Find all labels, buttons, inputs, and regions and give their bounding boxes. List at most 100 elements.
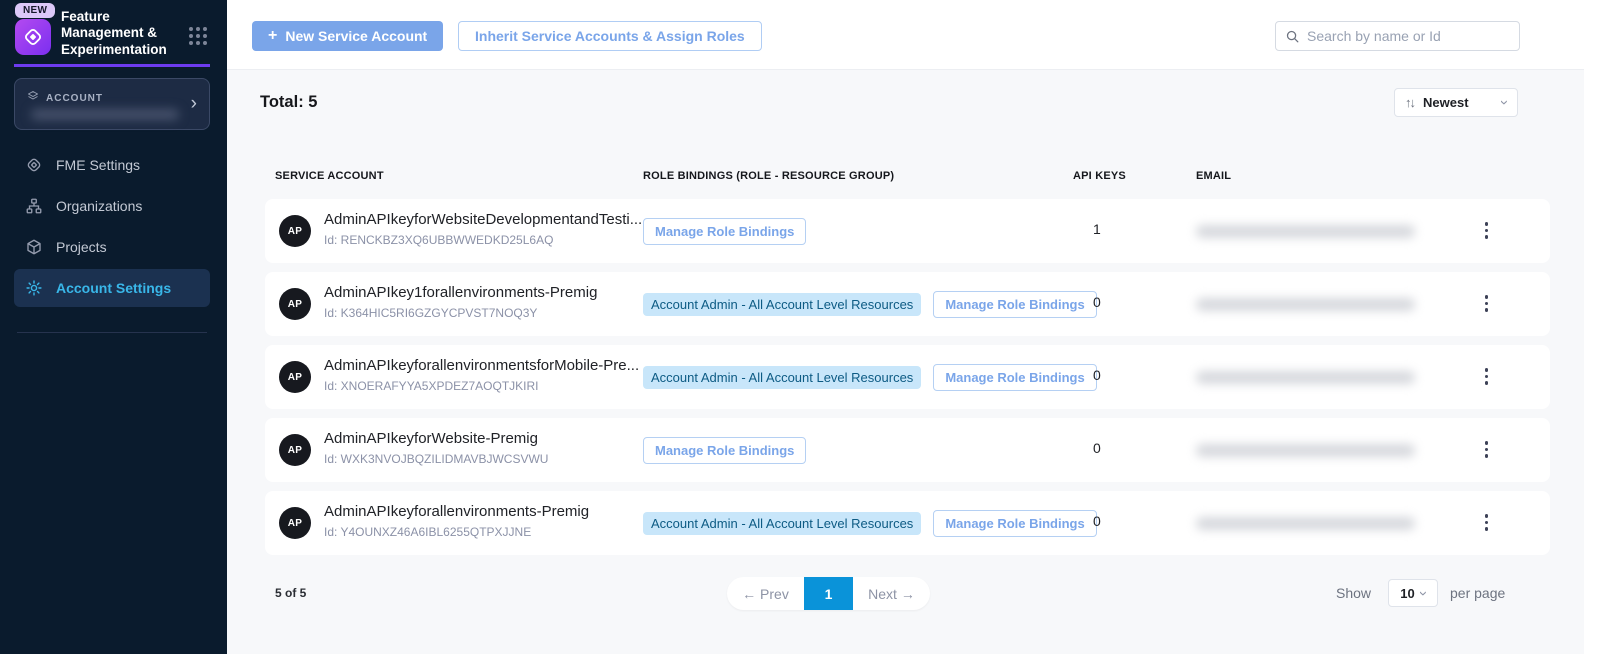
service-account-id: Id: K364HIC5RI6GZGYCPVST7NOQ3Y bbox=[324, 306, 537, 320]
api-keys-count: 0 bbox=[1093, 513, 1101, 529]
service-account-id: Id: WXK3NVOJBQZILIDMAVBJWCSVWU bbox=[324, 452, 548, 466]
manage-role-bindings-button[interactable]: Manage Role Bindings bbox=[643, 437, 806, 464]
scrollbar-track[interactable] bbox=[1584, 0, 1600, 654]
brand-title: Feature Management & Experimentation bbox=[61, 9, 183, 58]
show-label: Show bbox=[1336, 585, 1371, 601]
email-redacted bbox=[1196, 517, 1415, 530]
pagination: ← Prev 1 Next → bbox=[727, 577, 930, 610]
service-account-list: AP AdminAPIkeyforWebsiteDevelopmentandTe… bbox=[265, 199, 1550, 564]
prev-page-button[interactable]: ← Prev bbox=[727, 586, 804, 602]
brand-divider bbox=[14, 64, 210, 67]
next-page-button[interactable]: Next → bbox=[853, 586, 930, 602]
sidebar-item-label: FME Settings bbox=[56, 157, 140, 173]
service-account-id: Id: Y4OUNXZ46A6IBL6255QTPXJJNE bbox=[324, 525, 531, 539]
role-bindings-cell: Account Admin - All Account Level Resour… bbox=[643, 345, 1097, 409]
manage-role-bindings-button[interactable]: Manage Role Bindings bbox=[643, 218, 806, 245]
sort-icon: ↑↓ bbox=[1405, 95, 1414, 110]
table-row: AP AdminAPIkeyforallenvironments-Premig … bbox=[265, 491, 1550, 555]
avatar: AP bbox=[279, 361, 311, 393]
per-page-label: per page bbox=[1450, 585, 1505, 601]
range-count: 5 of 5 bbox=[275, 586, 306, 600]
cube-icon bbox=[25, 238, 43, 256]
kebab-menu-icon[interactable] bbox=[1481, 512, 1493, 533]
sidebar-item-organizations[interactable]: Organizations bbox=[14, 187, 210, 225]
sidebar-item-label: Organizations bbox=[56, 198, 142, 214]
manage-role-bindings-button[interactable]: Manage Role Bindings bbox=[933, 291, 1096, 318]
avatar: AP bbox=[279, 215, 311, 247]
account-label: ACCOUNT bbox=[46, 93, 103, 104]
new-service-account-button[interactable]: + New Service Account bbox=[252, 21, 443, 51]
account-name-redacted bbox=[31, 109, 179, 120]
fme-diamond-icon bbox=[25, 156, 43, 174]
role-badge: Account Admin - All Account Level Resour… bbox=[643, 512, 921, 535]
main-content: Total: 5 ↑↓ Newest › SERVICE ACCOUNT ROL… bbox=[227, 70, 1584, 654]
service-account-name: AdminAPIkeyforallenvironments-Premig bbox=[324, 503, 589, 520]
sidebar-item-label: Account Settings bbox=[56, 280, 171, 296]
role-bindings-cell: Account Admin - All Account Level Resour… bbox=[643, 491, 1097, 555]
page-size-value: 10 bbox=[1400, 586, 1414, 601]
service-account-name: AdminAPIkeyforWebsite-Premig bbox=[324, 430, 538, 447]
fme-logo-icon bbox=[15, 19, 51, 55]
kebab-menu-icon[interactable] bbox=[1481, 439, 1493, 460]
page-size-dropdown[interactable]: 10 › bbox=[1388, 579, 1438, 607]
account-selector[interactable]: ACCOUNT › bbox=[14, 78, 210, 130]
right-arrow-icon: → bbox=[901, 586, 915, 602]
role-bindings-cell: Account Admin - All Account Level Resour… bbox=[643, 418, 806, 482]
api-keys-count: 0 bbox=[1093, 294, 1101, 310]
column-header-api-keys: API KEYS bbox=[1073, 170, 1126, 182]
sidebar-item-projects[interactable]: Projects bbox=[14, 228, 210, 266]
service-account-name: AdminAPIkeyforallenvironmentsforMobile-P… bbox=[324, 357, 639, 374]
avatar: AP bbox=[279, 434, 311, 466]
sidebar-item-fme-settings[interactable]: FME Settings bbox=[14, 146, 210, 184]
avatar: AP bbox=[279, 288, 311, 320]
layers-icon bbox=[27, 89, 39, 107]
manage-role-bindings-button[interactable]: Manage Role Bindings bbox=[933, 510, 1096, 537]
brand-header: NEW Feature Management & Experimentation bbox=[0, 0, 227, 66]
search-input[interactable] bbox=[1307, 28, 1510, 44]
manage-role-bindings-button[interactable]: Manage Role Bindings bbox=[933, 364, 1096, 391]
kebab-menu-icon[interactable] bbox=[1481, 220, 1493, 241]
total-count: Total: 5 bbox=[260, 93, 317, 112]
table-row: AP AdminAPIkeyforallenvironmentsforMobil… bbox=[265, 345, 1550, 409]
sidebar-item-label: Projects bbox=[56, 239, 107, 255]
email-redacted bbox=[1196, 444, 1415, 457]
inherit-service-accounts-button[interactable]: Inherit Service Accounts & Assign Roles bbox=[458, 21, 762, 51]
email-redacted bbox=[1196, 225, 1415, 238]
app-window: NEW Feature Management & Experimentation bbox=[0, 0, 1600, 654]
avatar: AP bbox=[279, 507, 311, 539]
app-switcher-icon[interactable] bbox=[189, 27, 207, 45]
table-row: AP AdminAPIkeyforWebsite-Premig Id: WXK3… bbox=[265, 418, 1550, 482]
new-service-account-label: New Service Account bbox=[285, 28, 427, 44]
gear-icon bbox=[25, 279, 43, 297]
kebab-menu-icon[interactable] bbox=[1481, 366, 1493, 387]
service-account-id: Id: XNOERAFYYA5XPDEZ7AOQTJKIRI bbox=[324, 379, 539, 393]
left-arrow-icon: ← bbox=[742, 586, 756, 602]
table-row: AP AdminAPIkey1forallenvironments-Premig… bbox=[265, 272, 1550, 336]
column-header-role-bindings: ROLE BINDINGS (ROLE - RESOURCE GROUP) bbox=[643, 170, 894, 182]
role-bindings-cell: Account Admin - All Account Level Resour… bbox=[643, 199, 806, 263]
search-box bbox=[1275, 21, 1520, 51]
api-keys-count: 0 bbox=[1093, 440, 1101, 456]
kebab-menu-icon[interactable] bbox=[1481, 293, 1493, 314]
sidebar-nav: FME Settings Organizations bbox=[14, 146, 210, 310]
chevron-down-icon: › bbox=[1497, 100, 1512, 105]
role-badge: Account Admin - All Account Level Resour… bbox=[643, 293, 921, 316]
email-redacted bbox=[1196, 371, 1415, 384]
sidebar-item-account-settings[interactable]: Account Settings bbox=[14, 269, 210, 307]
page-number-button[interactable]: 1 bbox=[804, 577, 853, 610]
sidebar-divider bbox=[17, 332, 207, 333]
toolbar: + New Service Account Inherit Service Ac… bbox=[227, 0, 1584, 70]
service-account-name: AdminAPIkey1forallenvironments-Premig bbox=[324, 284, 597, 301]
plus-icon: + bbox=[268, 27, 277, 45]
service-account-id: Id: RENCKBZ3XQ6UBBWWEDKD25L6AQ bbox=[324, 233, 553, 247]
table-row: AP AdminAPIkeyforWebsiteDevelopmentandTe… bbox=[265, 199, 1550, 263]
column-header-service-account: SERVICE ACCOUNT bbox=[275, 170, 384, 182]
sort-dropdown[interactable]: ↑↓ Newest › bbox=[1394, 88, 1518, 117]
role-bindings-cell: Account Admin - All Account Level Resour… bbox=[643, 272, 1097, 336]
api-keys-count: 1 bbox=[1093, 221, 1101, 237]
search-icon bbox=[1285, 29, 1300, 44]
sort-value: Newest bbox=[1423, 95, 1493, 110]
email-redacted bbox=[1196, 298, 1415, 311]
org-chart-icon bbox=[25, 197, 43, 215]
column-header-email: EMAIL bbox=[1196, 170, 1231, 182]
